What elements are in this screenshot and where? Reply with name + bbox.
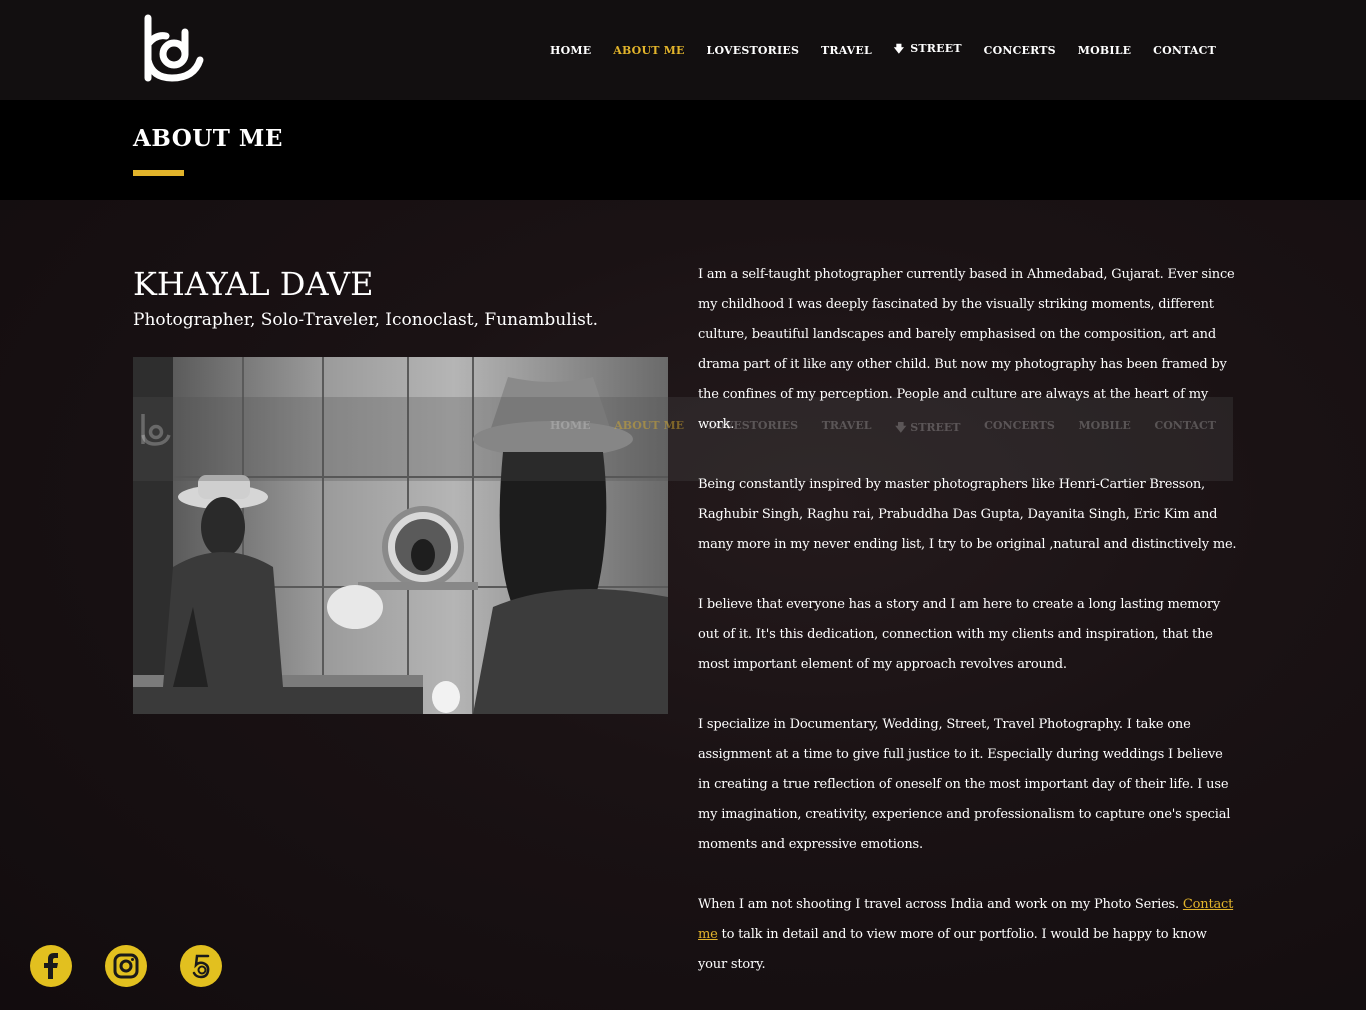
bio-paragraph-4: I specialize in Documentary, Wedding, St… xyxy=(698,717,1231,852)
nav-travel[interactable]: TRAVEL xyxy=(821,44,872,57)
bio-paragraph-2: Being constantly inspired by master phot… xyxy=(698,477,1237,552)
page-title-bar: ABOUT ME xyxy=(0,100,1366,200)
bio-p5-text-after: to talk in detail and to view more of ou… xyxy=(698,927,1207,972)
profile-name: KHAYAL DAVE xyxy=(133,265,374,303)
500px-link[interactable] xyxy=(180,945,222,987)
instagram-link[interactable] xyxy=(105,945,147,987)
title-underline xyxy=(133,170,184,176)
500px-icon xyxy=(192,954,210,979)
main-nav: HOME ABOUT ME LOVESTORIES TRAVEL 🡇 STREET… xyxy=(550,42,1216,58)
bio-text: I am a self-taught photographer currentl… xyxy=(698,260,1238,1010)
nav-mobile[interactable]: MOBILE xyxy=(1078,44,1132,57)
facebook-link[interactable] xyxy=(30,945,72,987)
instagram-icon xyxy=(113,953,139,979)
page-title: ABOUT ME xyxy=(133,125,283,152)
site-header: HOME ABOUT ME LOVESTORIES TRAVEL 🡇 STREET… xyxy=(0,0,1366,100)
nav-about-me[interactable]: ABOUT ME xyxy=(613,44,684,57)
facebook-icon xyxy=(44,953,58,979)
arrow-down-icon: 🡇 xyxy=(893,43,905,55)
nav-lovestories[interactable]: LOVESTORIES xyxy=(707,44,800,57)
bio-paragraph-3: I believe that everyone has a story and … xyxy=(698,597,1221,672)
sticky-nav-about-me[interactable]: ABOUT ME xyxy=(614,419,684,438)
sticky-nav-home[interactable]: HOME xyxy=(550,419,591,438)
kd-logo-ghost xyxy=(141,414,171,446)
nav-home[interactable]: HOME xyxy=(550,44,591,57)
bio-paragraph-5: When I am not shooting I travel across I… xyxy=(698,890,1238,980)
nav-concerts[interactable]: CONCERTS xyxy=(984,44,1056,57)
kd-logo[interactable] xyxy=(138,14,210,86)
profile-tagline: Photographer, Solo-Traveler, Iconoclast,… xyxy=(133,310,599,330)
bio-p5-text-before: When I am not shooting I travel across I… xyxy=(698,897,1183,912)
bio-paragraph-1: I am a self-taught photographer currentl… xyxy=(698,267,1235,432)
nav-contact[interactable]: CONTACT xyxy=(1153,44,1216,57)
nav-street-label: STREET xyxy=(910,41,962,55)
nav-street[interactable]: 🡇 STREET xyxy=(894,42,962,59)
